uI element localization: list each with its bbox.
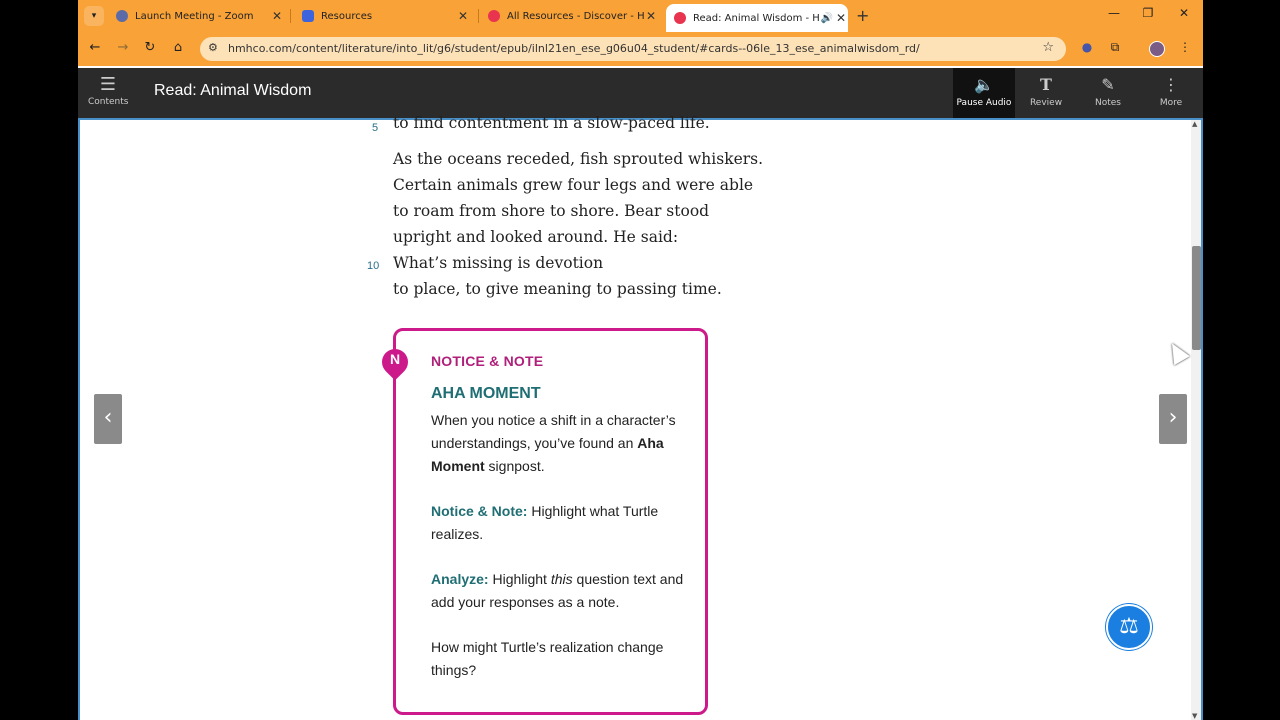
signpost-heading: AHA MOMENT <box>431 385 541 402</box>
extension-icon[interactable]: ● <box>1078 40 1096 54</box>
mouse-cursor-icon <box>1164 338 1190 366</box>
notice-note-heading: NOTICE & NOTE <box>431 353 544 369</box>
address-bar[interactable]: ⚙ hmhco.com/content/literature/into_lit/… <box>200 37 1066 61</box>
hmh-favicon-icon <box>488 10 500 22</box>
notice-note-card: N NOTICE & NOTE AHA MOMENT When you noti… <box>376 328 708 715</box>
poem-line: to place, to give meaning to passing tim… <box>393 280 722 298</box>
hmh-favicon-icon <box>674 12 686 24</box>
speaker-icon: 🔈 <box>974 75 994 94</box>
reading-pane[interactable]: 5 to find contentment in a slow-paced li… <box>78 114 1203 720</box>
analyze-question[interactable]: How might Turtle’s realization change th… <box>431 636 696 682</box>
edit-icon: ✎ <box>1101 75 1115 94</box>
tools-fab-button[interactable]: ⚖ <box>1106 604 1152 650</box>
scrollbar[interactable]: ▲ ▼ <box>1191 120 1201 720</box>
chevron-left-icon: ‹ <box>103 405 113 430</box>
resources-favicon-icon <box>302 10 314 22</box>
close-window-button[interactable]: ✕ <box>1174 6 1194 20</box>
pin-letter: N <box>389 351 401 367</box>
review-button[interactable]: T Review <box>1015 68 1077 118</box>
notice-note-instruction: Notice & Note: Highlight what Turtle rea… <box>431 503 659 542</box>
close-tab-icon[interactable]: ✕ <box>456 9 470 23</box>
scroll-down-icon[interactable]: ▼ <box>1192 712 1197 720</box>
zoom-favicon-icon <box>116 10 128 22</box>
browser-window: ▾ Launch Meeting - Zoom ✕ Resources ✕ Al… <box>78 0 1203 720</box>
next-page-button[interactable]: › <box>1159 394 1187 444</box>
tab-resources[interactable]: Resources ✕ <box>298 4 470 28</box>
scale-icon: ⚖ <box>1119 614 1139 639</box>
poem-line: to find contentment in a slow-paced life… <box>393 114 710 132</box>
poem-line: As the oceans receded, fish sprouted whi… <box>393 150 764 168</box>
extensions-puzzle-icon[interactable]: ⧉ <box>1106 40 1124 55</box>
menu-icon: ☰ <box>99 74 117 95</box>
notes-button[interactable]: ✎ Notes <box>1077 68 1139 118</box>
page-title: Read: Animal Wisdom <box>154 82 312 99</box>
chevron-right-icon: › <box>1168 405 1178 430</box>
browser-menu-icon[interactable]: ⋮ <box>1176 40 1194 54</box>
scrollbar-thumb[interactable] <box>1192 246 1201 350</box>
poem-line: What’s missing is devotion <box>393 254 604 272</box>
back-icon[interactable]: ← <box>86 40 104 55</box>
reload-icon[interactable]: ↻ <box>141 40 159 55</box>
tab-title: Read: Animal Wisdom - HM <box>693 12 820 24</box>
tab-search-button[interactable]: ▾ <box>84 6 104 26</box>
home-icon[interactable]: ⌂ <box>169 40 187 55</box>
prev-page-button[interactable]: ‹ <box>94 394 122 444</box>
tab-zoom[interactable]: Launch Meeting - Zoom ✕ <box>112 4 284 28</box>
tab-title: All Resources - Discover - HMH <box>507 10 644 22</box>
contents-button[interactable]: ☰ Contents <box>88 74 129 108</box>
poem-line: Certain animals grew four legs and were … <box>393 176 754 194</box>
poem-line: upright and looked around. He said: <box>393 228 679 246</box>
audio-playing-icon[interactable]: 🔊 <box>820 13 834 24</box>
minimize-button[interactable]: — <box>1104 6 1124 20</box>
tab-animal-wisdom[interactable]: Read: Animal Wisdom - HM 🔊 ✕ <box>666 4 848 32</box>
browser-toolbar: ← → ↻ ⌂ ⚙ hmhco.com/content/literature/i… <box>78 32 1203 66</box>
more-button[interactable]: ⋮ More <box>1140 68 1202 118</box>
poem-line: to roam from shore to shore. Bear stood <box>393 202 710 220</box>
text-icon: T <box>1040 75 1052 94</box>
bookmark-star-icon[interactable]: ☆ <box>1042 40 1054 55</box>
forward-icon[interactable]: → <box>114 40 132 55</box>
reader-header: ☰ Contents Read: Animal Wisdom 🔈 Pause A… <box>78 68 1203 118</box>
scroll-up-icon[interactable]: ▲ <box>1192 120 1197 128</box>
pause-audio-button[interactable]: 🔈 Pause Audio <box>953 68 1015 118</box>
tab-title: Launch Meeting - Zoom <box>135 10 254 22</box>
new-tab-button[interactable]: + <box>856 6 869 25</box>
profile-avatar[interactable] <box>1149 41 1165 57</box>
url-text[interactable]: hmhco.com/content/literature/into_lit/g6… <box>228 42 920 55</box>
tab-strip: ▾ Launch Meeting - Zoom ✕ Resources ✕ Al… <box>78 0 1203 32</box>
close-tab-icon[interactable]: ✕ <box>270 9 284 23</box>
restore-button[interactable]: ❐ <box>1138 6 1158 20</box>
line-number: 5 <box>372 122 379 134</box>
more-icon: ⋮ <box>1163 75 1179 94</box>
close-tab-icon[interactable]: ✕ <box>644 9 658 23</box>
tab-title: Resources <box>321 10 373 22</box>
analyze-instruction: Analyze: Highlight this question text an… <box>431 571 684 610</box>
contents-label: Contents <box>88 97 129 107</box>
tab-all-resources[interactable]: All Resources - Discover - HMH ✕ <box>484 4 658 28</box>
site-info-icon[interactable]: ⚙ <box>208 41 218 54</box>
signpost-description: When you notice a shift in a character’s… <box>431 412 676 474</box>
close-tab-icon[interactable]: ✕ <box>834 11 848 25</box>
line-number: 10 <box>367 260 380 272</box>
